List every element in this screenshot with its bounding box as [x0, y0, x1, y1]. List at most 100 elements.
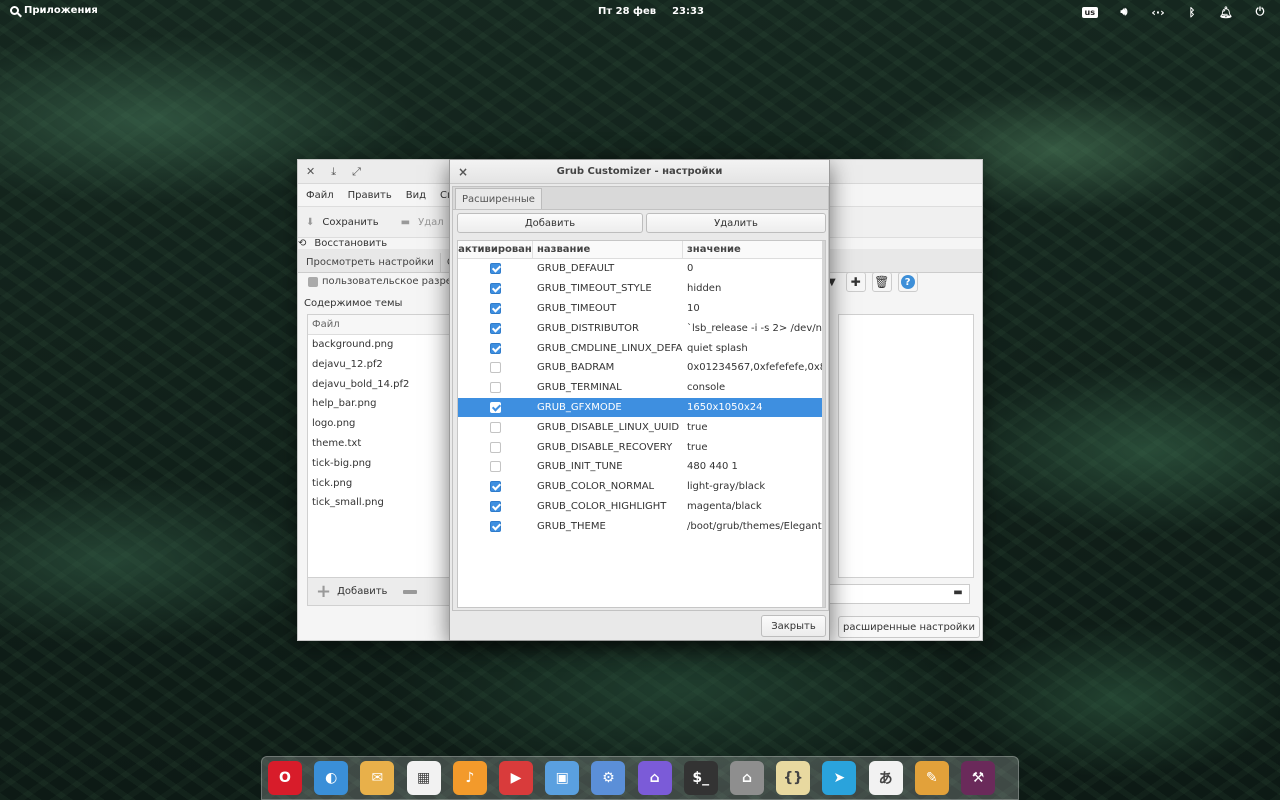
list-item[interactable]: logo.png — [308, 414, 456, 434]
web-browser-icon[interactable]: ◐ — [314, 761, 349, 795]
volume-icon[interactable]: 🔊︎ — [1116, 4, 1132, 20]
menu-edit[interactable]: Править — [348, 190, 392, 201]
table-row[interactable]: GRUB_COLOR_HIGHLIGHT magenta/black — [458, 497, 825, 517]
list-item[interactable]: dejavu_12.pf2 — [308, 355, 456, 375]
enabled-checkbox[interactable] — [490, 263, 501, 275]
menu-file[interactable]: Файл — [306, 190, 334, 201]
photos-icon[interactable]: ▣ — [545, 761, 580, 795]
row-name-cell[interactable]: GRUB_TERMINAL — [533, 382, 683, 393]
remove-icon[interactable] — [403, 589, 418, 594]
row-value-cell[interactable]: true — [683, 442, 825, 453]
row-name-cell[interactable]: GRUB_THEME — [533, 521, 683, 532]
notifications-icon[interactable]: 🔔︎ — [1218, 4, 1234, 20]
tab-view-settings[interactable]: Просмотреть настройки — [300, 253, 441, 272]
files-icon[interactable]: ⌂ — [730, 761, 764, 795]
row-name-cell[interactable]: GRUB_DISTRIBUTOR — [533, 323, 683, 334]
enabled-checkbox[interactable] — [490, 342, 501, 354]
list-item[interactable]: help_bar.png — [308, 394, 456, 414]
row-value-cell[interactable]: 1650x1050x24 — [683, 402, 825, 413]
file-list-header[interactable]: Файл — [308, 315, 456, 335]
add-file-button[interactable]: Добавить — [337, 586, 387, 597]
enabled-checkbox[interactable] — [490, 520, 501, 532]
delete-button[interactable]: Удал — [418, 217, 444, 228]
row-value-cell[interactable]: magenta/black — [683, 501, 825, 512]
close-icon[interactable]: × — [458, 165, 468, 179]
menu-view[interactable]: Вид — [406, 190, 426, 201]
row-name-cell[interactable]: GRUB_BADRAM — [533, 362, 683, 373]
row-name-cell[interactable]: GRUB_TIMEOUT — [533, 303, 683, 314]
list-item[interactable]: dejavu_bold_14.pf2 — [308, 375, 456, 395]
save-button[interactable]: Сохранить — [322, 217, 378, 228]
code-icon[interactable]: {} — [776, 761, 811, 795]
table-row[interactable]: GRUB_DEFAULT 0 — [458, 259, 825, 279]
remove-button[interactable]: Удалить — [646, 213, 826, 233]
row-name-cell[interactable]: GRUB_DISABLE_LINUX_UUID — [533, 422, 683, 433]
enabled-checkbox[interactable] — [490, 461, 501, 473]
table-row[interactable]: GRUB_DISABLE_LINUX_UUID true — [458, 417, 825, 437]
opera-icon[interactable]: O — [268, 761, 302, 795]
enabled-checkbox[interactable] — [490, 500, 501, 512]
table-row[interactable]: GRUB_COLOR_NORMAL light-gray/black — [458, 477, 825, 497]
table-row[interactable]: GRUB_INIT_TUNE 480 440 1 — [458, 457, 825, 477]
close-icon[interactable]: ✕ — [306, 165, 315, 178]
column-enabled[interactable]: активирован — [458, 241, 533, 258]
table-row[interactable]: GRUB_DISABLE_RECOVERY true — [458, 437, 825, 457]
table-row[interactable]: GRUB_GFXMODE 1650x1050x24 — [458, 397, 825, 418]
row-value-cell[interactable]: 0 — [683, 263, 825, 274]
row-value-cell[interactable]: true — [683, 422, 825, 433]
add-theme-button[interactable]: ✚ — [845, 272, 866, 292]
keyboard-layout-indicator[interactable]: us — [1081, 6, 1098, 18]
path-field[interactable]: ▬ — [828, 584, 970, 604]
clock[interactable]: Пт 28 фев 23:33 — [598, 6, 704, 17]
row-value-cell[interactable]: `lsb_release -i -s 2> /dev/null || e — [683, 323, 825, 334]
maximize-icon[interactable]: ⤢ — [352, 165, 361, 179]
row-name-cell[interactable]: GRUB_COLOR_HIGHLIGHT — [533, 501, 683, 512]
row-name-cell[interactable]: GRUB_TIMEOUT_STYLE — [533, 283, 683, 294]
help-button[interactable]: ? — [897, 272, 918, 292]
text-editor-icon[interactable]: あ — [868, 761, 903, 795]
applications-menu[interactable]: Приложения — [10, 5, 98, 16]
row-name-cell[interactable]: GRUB_DEFAULT — [533, 263, 683, 274]
settings-icon[interactable]: ⚙ — [591, 761, 626, 795]
table-row[interactable]: GRUB_TIMEOUT_STYLE hidden — [458, 279, 825, 299]
trash-icon[interactable]: 🗑︎ — [871, 272, 892, 292]
folder-icon[interactable]: ▬ — [951, 587, 965, 601]
row-name-cell[interactable]: GRUB_CMDLINE_LINUX_DEFAULT — [533, 343, 683, 354]
row-value-cell[interactable]: 10 — [683, 303, 825, 314]
row-name-cell[interactable]: GRUB_DISABLE_RECOVERY — [533, 442, 683, 453]
table-row[interactable]: GRUB_DISTRIBUTOR `lsb_release -i -s 2> /d… — [458, 318, 825, 338]
enabled-checkbox[interactable] — [490, 401, 501, 413]
row-name-cell[interactable]: GRUB_COLOR_NORMAL — [533, 481, 683, 492]
row-value-cell[interactable]: 0x01234567,0xfefefefe,0x89abcd — [683, 362, 825, 373]
row-value-cell[interactable]: 480 440 1 — [683, 461, 825, 472]
calendar-icon[interactable]: ▦ — [406, 761, 441, 795]
list-item[interactable]: tick_small.png — [308, 493, 456, 513]
music-icon[interactable]: ♪ — [452, 761, 487, 795]
scrollbar[interactable] — [822, 241, 825, 607]
grub-customizer-icon[interactable]: ⚒ — [961, 761, 995, 795]
close-button[interactable]: Закрыть — [761, 615, 826, 637]
enabled-checkbox[interactable] — [490, 382, 501, 394]
table-row[interactable]: GRUB_CMDLINE_LINUX_DEFAULTquiet splash — [458, 338, 825, 358]
enabled-checkbox[interactable] — [490, 421, 501, 433]
network-icon[interactable]: ‹·› — [1150, 4, 1166, 20]
terminal-icon[interactable]: $_ — [683, 761, 718, 795]
enabled-checkbox[interactable] — [490, 441, 501, 453]
list-item[interactable]: background.png — [308, 335, 456, 355]
table-row[interactable]: GRUB_TIMEOUT 10 — [458, 299, 825, 319]
row-value-cell[interactable]: light-gray/black — [683, 481, 825, 492]
enabled-checkbox[interactable] — [490, 283, 501, 295]
column-name[interactable]: название — [533, 241, 683, 258]
row-value-cell[interactable]: console — [683, 382, 825, 393]
table-row[interactable]: GRUB_THEME/boot/grub/themes/Elegant-eOS- — [458, 516, 825, 536]
column-value[interactable]: значение — [683, 241, 825, 258]
row-name-cell[interactable]: GRUB_GFXMODE — [533, 402, 683, 413]
table-row[interactable]: GRUB_TERMINAL console — [458, 378, 825, 398]
row-value-cell[interactable]: /boot/grub/themes/Elegant-eOS- — [683, 521, 825, 532]
advanced-settings-button[interactable]: расширенные настройки — [838, 616, 980, 638]
table-row[interactable]: GRUB_BADRAM0x01234567,0xfefefefe,0x89abc… — [458, 358, 825, 378]
power-icon[interactable]: ⏻ — [1252, 4, 1268, 20]
enabled-checkbox[interactable] — [490, 302, 501, 314]
enabled-checkbox[interactable] — [490, 322, 501, 334]
add-icon[interactable]: + — [316, 582, 331, 600]
